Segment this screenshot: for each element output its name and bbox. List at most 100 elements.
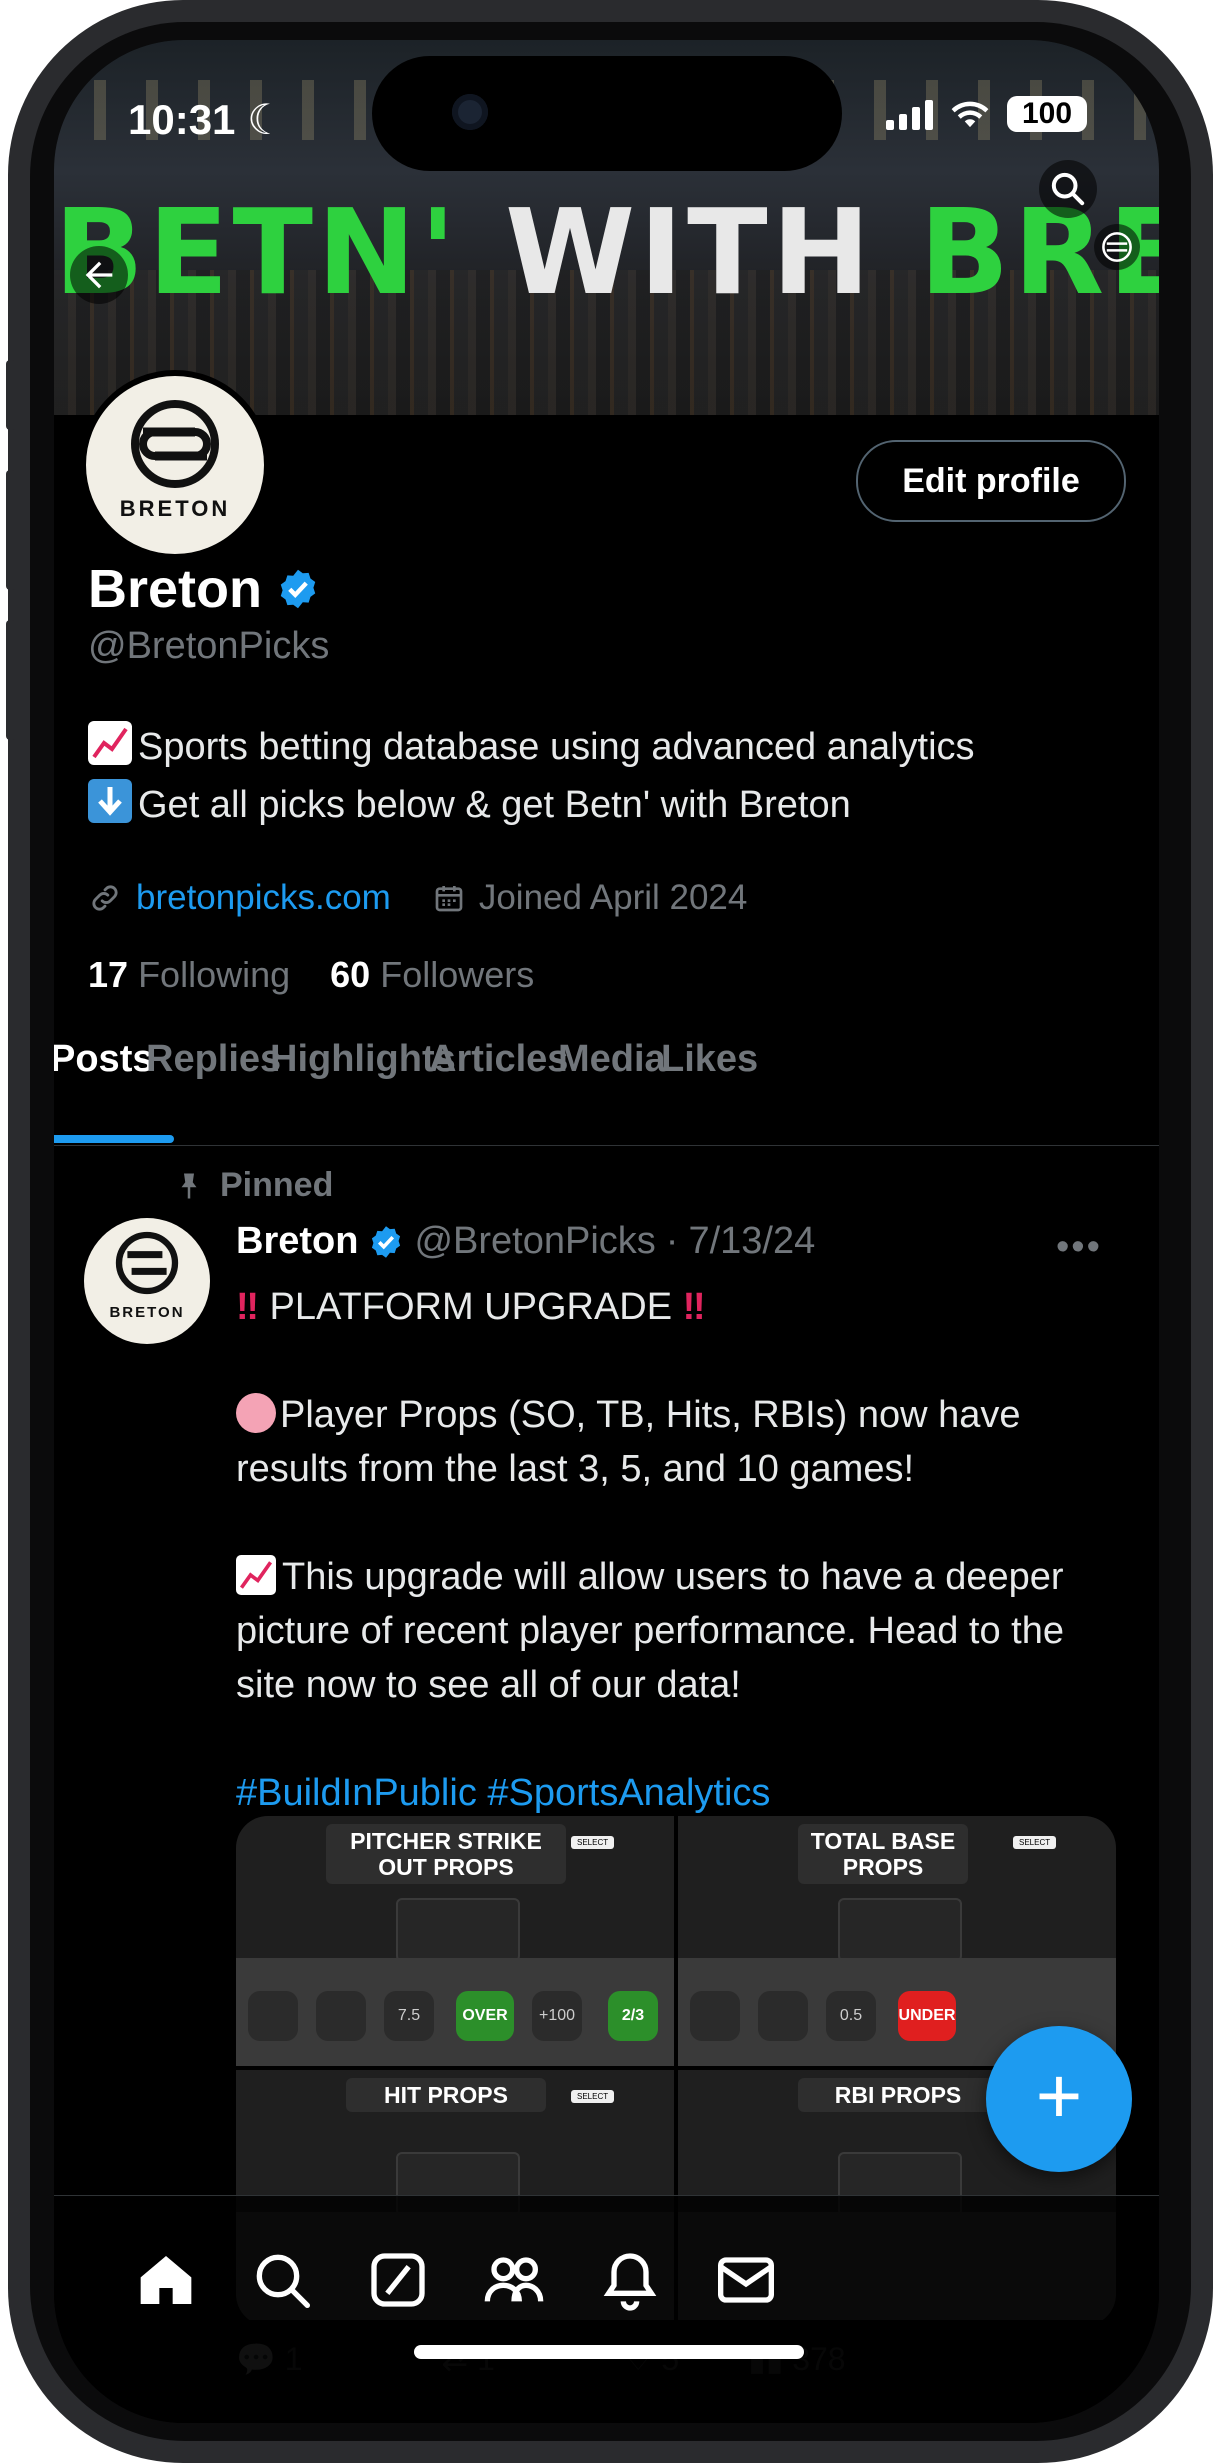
media-panel-title: RBI PROPS: [798, 2078, 998, 2112]
home-indicator: [414, 2345, 804, 2359]
tab-media[interactable]: Media: [558, 1038, 666, 1081]
post-line2: Player Props (SO, TB, Hits, RBIs) now ha…: [236, 1394, 1021, 1490]
following-link[interactable]: 17 Following: [88, 954, 290, 995]
search-icon: [1051, 172, 1085, 206]
media-panel-title: PITCHER STRIKE OUT PROPS: [326, 1824, 566, 1884]
pinned-label: Pinned: [220, 1166, 334, 1204]
post-author-handle[interactable]: @BretonPicks: [414, 1220, 655, 1263]
verified-badge-icon[interactable]: [276, 567, 320, 611]
score-chip: 2/3: [608, 1991, 658, 2041]
link-icon: [92, 885, 118, 911]
select-tag: SELECT: [571, 2090, 615, 2103]
tab-replies[interactable]: Replies: [146, 1038, 281, 1081]
banner-title-part2: WITH: [505, 183, 875, 321]
communities-icon[interactable]: [482, 2248, 546, 2312]
dynamic-island: [372, 56, 842, 171]
post-line1: PLATFORM UPGRADE: [269, 1286, 673, 1328]
tab-posts[interactable]: Posts: [54, 1038, 153, 1081]
website-link[interactable]: bretonpicks.com: [136, 878, 391, 918]
action-button: [6, 360, 16, 430]
breton-logo-icon: [115, 1231, 179, 1295]
media-panel-description: [396, 1898, 520, 1962]
moon-icon: ☾: [247, 96, 285, 143]
bio-line2: Get all picks below & get Betn' with Bre…: [138, 784, 851, 826]
breton-logo-icon: [131, 400, 219, 488]
double-exclamation-icon: ‼: [236, 1286, 259, 1328]
select-tag: SELECT: [1013, 1836, 1057, 1849]
profile-handle: @BretonPicks: [88, 625, 330, 667]
battery-indicator: 100: [1007, 96, 1087, 132]
media-panel-title: HIT PROPS: [346, 2078, 546, 2112]
odds-chip: +100: [532, 1991, 582, 2041]
cellular-signal-icon: [886, 98, 933, 130]
more-options-button[interactable]: [1094, 224, 1140, 270]
tab-articles[interactable]: Articles: [429, 1038, 568, 1081]
home-icon[interactable]: [134, 2248, 198, 2312]
team-chip: [758, 1991, 808, 2041]
post-more-icon[interactable]: •••: [1056, 1226, 1102, 1269]
profile-bio: Sports betting database using advanced a…: [88, 718, 975, 834]
result-chip: UNDER: [898, 1991, 956, 2041]
chart-increasing-icon: [236, 1555, 276, 1595]
profile-avatar[interactable]: BRETON: [80, 370, 270, 560]
messages-envelope-icon[interactable]: [714, 2248, 778, 2312]
post-header: Breton @BretonPicks · 7/13/24: [236, 1220, 815, 1263]
plus-icon: +: [1035, 2051, 1083, 2140]
front-camera: [452, 94, 488, 130]
media-panel-title: TOTAL BASE PROPS: [798, 1824, 968, 1884]
media-panel-description: [838, 1898, 962, 1962]
post-hashtags[interactable]: #BuildInPublic #SportsAnalytics: [236, 1766, 1116, 1820]
select-tag: SELECT: [571, 1836, 615, 1849]
profile-tabs: Posts Replies Highlights Articles Media …: [54, 1020, 1159, 1146]
verified-badge-icon: [372, 1225, 401, 1258]
back-arrow-icon: [85, 261, 113, 289]
banner-title: BETN' WITH BRETON: [54, 192, 1159, 312]
down-arrow-icon: [88, 779, 132, 823]
tab-highlights[interactable]: Highlights: [270, 1038, 456, 1081]
status-time: 10:31 ☾: [128, 96, 285, 143]
line-chip: 0.5: [826, 1991, 876, 2041]
line-chip: 7.5: [384, 1991, 434, 2041]
breton-logo-small-icon: [1102, 232, 1132, 262]
wifi-icon: [951, 101, 989, 128]
profile-meta: bretonpicks.com Joined April 2024: [88, 878, 747, 918]
edit-profile-button[interactable]: Edit profile: [856, 440, 1126, 522]
double-exclamation-icon: ‼: [682, 1286, 706, 1328]
search-button[interactable]: [1039, 160, 1097, 218]
result-chip: OVER: [456, 1991, 514, 2041]
media-panel-strikeout[interactable]: PITCHER STRIKE OUT PROPS SELECT 7.5 OVER…: [236, 1816, 674, 2066]
active-tab-indicator: [54, 1135, 174, 1143]
notifications-bell-icon[interactable]: [598, 2248, 662, 2312]
bio-line1: Sports betting database using advanced a…: [138, 726, 975, 768]
avatar-brand-text: BRETON: [109, 1304, 185, 1321]
calendar-icon: [435, 886, 463, 912]
player-chip: [690, 1991, 740, 2041]
screen: BETN' WITH BRETON 10:31 ☾ 100: [54, 40, 1159, 2423]
pin-icon: [181, 1173, 197, 1198]
tab-likes[interactable]: Likes: [661, 1038, 758, 1081]
team-chip: [316, 1991, 366, 2041]
pinned-label-row: Pinned: [174, 1166, 333, 1205]
volume-down-button: [6, 620, 16, 740]
post-line3: This upgrade will allow users to have a …: [236, 1556, 1065, 1706]
player-chip: [248, 1991, 298, 2041]
post-text: ‼ PLATFORM UPGRADE ‼ Player Props (SO, T…: [236, 1280, 1116, 1820]
grok-icon[interactable]: [366, 2248, 430, 2312]
profile-name-row: Breton: [88, 558, 320, 620]
profile-name: Breton: [88, 559, 262, 619]
volume-up-button: [6, 470, 16, 590]
bottom-nav: [54, 2195, 1159, 2423]
followers-link[interactable]: 60 Followers: [330, 954, 534, 995]
post-author-avatar[interactable]: BRETON: [84, 1218, 210, 1344]
brain-icon: [236, 1393, 276, 1433]
avatar-brand-text: BRETON: [119, 496, 231, 521]
explore-search-icon[interactable]: [250, 2248, 314, 2312]
compose-fab[interactable]: +: [986, 2026, 1132, 2172]
post-author-name[interactable]: Breton: [236, 1220, 358, 1263]
post-date[interactable]: 7/13/24: [688, 1220, 815, 1263]
back-button[interactable]: [70, 246, 128, 304]
follow-stats: 17 Following 60 Followers: [88, 954, 534, 996]
chart-increasing-icon: [88, 721, 132, 765]
separator-dot: ·: [665, 1220, 679, 1262]
joined-date: Joined April 2024: [478, 878, 748, 917]
